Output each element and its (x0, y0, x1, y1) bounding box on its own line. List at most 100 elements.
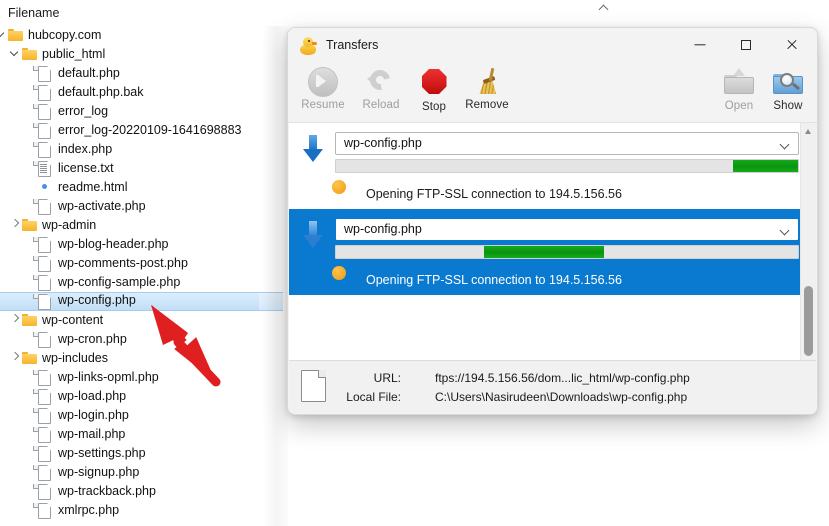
tree-row[interactable]: hubcopy.com (0, 26, 283, 45)
tree-row[interactable]: wp-blog-header.php (0, 235, 283, 254)
maximize-button[interactable] (723, 28, 769, 62)
transfer-status-message: Opening FTP-SSL connection to 194.5.156.… (366, 273, 622, 287)
transfer-filename: wp-config.php (344, 222, 422, 236)
tree-item-label: hubcopy.com (28, 28, 102, 42)
tree-row[interactable]: error_log-20220109-1641698883 (0, 121, 283, 140)
chevron-down-icon[interactable] (0, 26, 7, 45)
minimize-button[interactable] (677, 28, 723, 62)
tree-item-label: wp-comments-post.php (58, 256, 188, 270)
tree-item-label: wp-trackback.php (58, 484, 156, 498)
transfer-status-message: Opening FTP-SSL connection to 194.5.156.… (366, 187, 622, 201)
transfer-list-scrollbar[interactable] (800, 123, 816, 375)
tree-row-selected[interactable]: wp-config.php (0, 292, 283, 311)
close-button[interactable] (769, 28, 815, 62)
file-icon (38, 199, 53, 214)
tree-item-label: license.txt (58, 161, 114, 175)
file-icon (38, 427, 53, 442)
resume-button[interactable]: Resume (294, 66, 352, 111)
transfer-filename-combo[interactable]: wp-config.php (335, 132, 799, 155)
show-folder-icon (773, 68, 803, 94)
tree-row[interactable]: wp-cron.php (0, 330, 283, 349)
tree-item-label: wp-login.php (58, 408, 129, 422)
file-icon (38, 237, 53, 252)
transfer-list[interactable]: wp-config.php Opening FTP-SSL connection … (289, 123, 816, 375)
tree-row[interactable]: error_log (0, 102, 283, 121)
transfers-window: Transfers Resume Reload Stop Remove Open… (287, 27, 818, 415)
tree-row[interactable]: wp-links-opml.php (0, 368, 283, 387)
stop-icon (421, 69, 447, 94)
chevron-right-icon[interactable] (9, 311, 21, 330)
folder-icon (22, 47, 37, 62)
file-icon (38, 446, 53, 461)
chevron-down-icon[interactable] (9, 45, 21, 64)
transfer-filename: wp-config.php (344, 136, 422, 150)
url-value: ftps://194.5.156.56/dom...lic_html/wp-co… (435, 371, 690, 385)
tree-row[interactable]: wp-config-sample.php (0, 273, 283, 292)
tree-row[interactable]: wp-signup.php (0, 463, 283, 482)
file-icon (38, 332, 53, 347)
transfer-filename-combo[interactable]: wp-config.php (335, 218, 799, 241)
tree-row[interactable]: readme.html (0, 178, 283, 197)
toolbar: Resume Reload Stop Remove Open Show (288, 64, 817, 123)
tree-row[interactable]: license.txt (0, 159, 283, 178)
file-icon (38, 389, 53, 404)
chevron-down-icon[interactable] (781, 141, 789, 149)
tree-item-label: error_log (58, 104, 109, 118)
open-button[interactable]: Open (715, 66, 763, 112)
chevron-right-icon[interactable] (9, 216, 21, 235)
tree-row[interactable]: index.php (0, 140, 283, 159)
tree-item-label: wp-admin (42, 218, 97, 232)
chevron-right-icon[interactable] (9, 349, 21, 368)
tree-item-label: wp-blog-header.php (58, 237, 169, 251)
file-icon (38, 503, 53, 518)
file-icon (38, 256, 53, 271)
reload-icon (367, 67, 395, 95)
file-icon (38, 484, 53, 499)
tree-row[interactable]: wp-includes (0, 349, 283, 368)
tree-row[interactable]: wp-trackback.php (0, 482, 283, 501)
progress-fill (483, 246, 604, 258)
tree-row[interactable]: wp-settings.php (0, 444, 283, 463)
tree-row[interactable]: wp-comments-post.php (0, 254, 283, 273)
tree-row[interactable]: wp-admin (0, 216, 283, 235)
tree-row[interactable]: default.php (0, 64, 283, 83)
tree-row[interactable]: xmlrpc.php (0, 501, 283, 520)
download-arrow-icon (303, 221, 323, 249)
column-header-filename[interactable]: Filename (8, 6, 59, 20)
orange-dot-icon (332, 180, 346, 194)
show-button[interactable]: Show (763, 66, 813, 112)
tree-row[interactable]: wp-content (0, 311, 283, 330)
tree-row[interactable]: wp-load.php (0, 387, 283, 406)
tree-item-label: wp-config.php (58, 293, 136, 307)
scroll-thumb[interactable] (804, 286, 813, 356)
tree-item-label: readme.html (58, 180, 128, 194)
chevron-up-icon[interactable] (598, 2, 612, 12)
remove-button[interactable]: Remove (456, 66, 518, 111)
resume-label: Resume (301, 99, 345, 111)
tree-row[interactable]: default.php.bak (0, 83, 283, 102)
maximize-icon (741, 40, 751, 50)
open-folder-icon (724, 68, 754, 94)
tree-row[interactable]: public_html (0, 45, 283, 64)
tree-item-label: wp-signup.php (58, 465, 140, 479)
stop-button[interactable]: Stop (412, 66, 456, 113)
tree-row[interactable]: wp-login.php (0, 406, 283, 425)
chevron-down-icon[interactable] (781, 227, 789, 235)
file-icon (38, 123, 53, 138)
folder-icon (22, 313, 37, 328)
transfer-row[interactable]: wp-config.php Opening FTP-SSL connection … (289, 123, 816, 209)
duck-icon (300, 37, 317, 55)
file-tree[interactable]: hubcopy.com public_html default.php default… (0, 26, 283, 520)
progress-fill (733, 160, 798, 172)
tree-item-label: wp-mail.php (58, 427, 126, 441)
transfer-row-selected[interactable]: wp-config.php Opening FTP-SSL connection … (289, 209, 816, 295)
tree-row[interactable]: wp-activate.php (0, 197, 283, 216)
tree-item-label: wp-content (42, 313, 104, 327)
tree-row[interactable]: wp-mail.php (0, 425, 283, 444)
folder-icon (8, 28, 23, 43)
reload-button[interactable]: Reload (352, 66, 410, 111)
file-icon (38, 142, 53, 157)
scroll-up-arrow-icon[interactable] (801, 123, 816, 140)
tree-item-label: wp-cron.php (58, 332, 127, 346)
status-bar: URL: ftps://194.5.156.56/dom...lic_html/… (289, 360, 816, 413)
